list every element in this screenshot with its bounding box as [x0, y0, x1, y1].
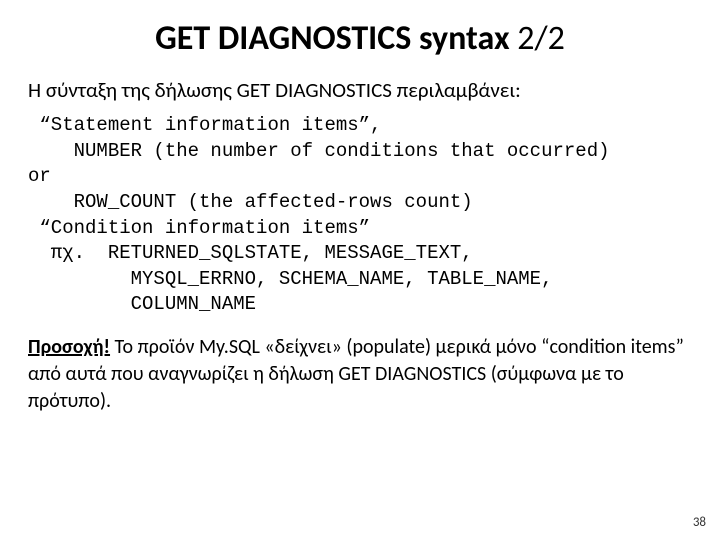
title-main: GET DIAGNOSTICS syntax: [155, 18, 517, 59]
page-number: 38: [693, 515, 706, 530]
code-block: “Statement information items”, NUMBER (t…: [28, 113, 692, 318]
warning-text: Προσοχή! Το προϊόν My.SQL «δείχνει» (pop…: [28, 334, 692, 415]
title-fraction: 2/2: [517, 18, 565, 59]
slide: GET DIAGNOSTICS syntax 2/2 Η σύνταξη της…: [0, 0, 720, 415]
warning-body: Το προϊόν My.SQL «δείχνει» (populate) με…: [28, 335, 684, 413]
intro-text: Η σύνταξη της δήλωσης GET DIAGNOSTICS πε…: [28, 77, 692, 103]
warning-lead: Προσοχή!: [28, 335, 110, 359]
slide-title: GET DIAGNOSTICS syntax 2/2: [28, 18, 692, 59]
